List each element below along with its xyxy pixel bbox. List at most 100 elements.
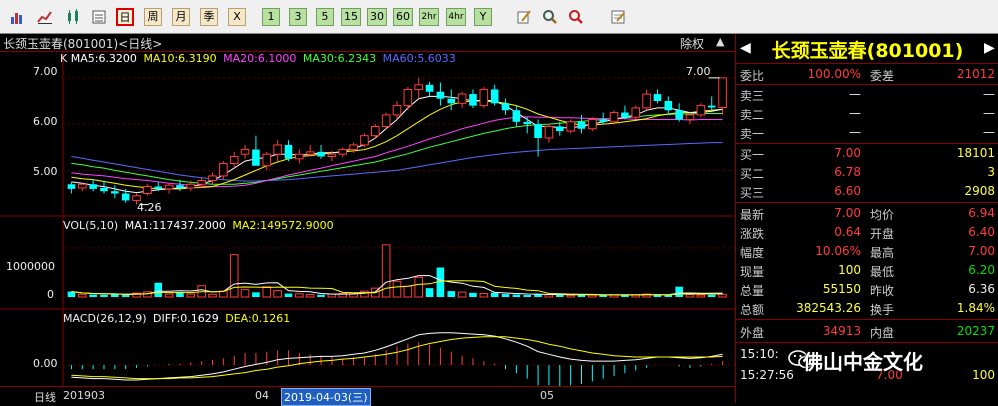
candle-body: [425, 84, 434, 92]
volume-bar: [414, 276, 424, 298]
candle-body: [544, 125, 554, 139]
candle-body: [327, 153, 337, 157]
stat-label: 均价: [870, 208, 895, 222]
candle-body: [317, 151, 325, 157]
buy1-row: 买一 7.00 18101: [736, 144, 998, 163]
volume-bar: [392, 280, 402, 298]
buy-price: 6.60: [834, 184, 861, 198]
buy-volume: 18101: [956, 146, 995, 160]
waipan-row: 外盘 34913 内盘 20237: [736, 322, 998, 341]
candle-body: [469, 94, 477, 106]
candle-body: [675, 110, 683, 120]
period-month-button[interactable]: 月: [172, 8, 190, 26]
period-week-button[interactable]: 周: [144, 8, 162, 26]
candle-body: [100, 187, 108, 192]
year-button[interactable]: Y: [474, 8, 492, 26]
hr-2-button[interactable]: 2hr: [419, 8, 439, 26]
min-5-button[interactable]: 5: [316, 8, 334, 26]
sell-price: —: [849, 87, 861, 101]
ma10-legend: MA10:6.3190: [143, 52, 217, 65]
weibi-value: 100.00%: [807, 67, 861, 81]
stat-value: 6.36: [968, 282, 995, 296]
bar-chart-icon[interactable]: [8, 8, 26, 26]
candle-body: [89, 184, 97, 189]
sell3-row: 卖三 — —: [736, 85, 998, 104]
buy-label: 买三: [740, 186, 765, 200]
stat-value: 6.94: [968, 206, 995, 220]
quote-list-icon[interactable]: [90, 8, 108, 26]
volume-bar: [284, 293, 293, 297]
min-15-button[interactable]: 15: [341, 8, 361, 26]
volume-bar: [295, 293, 304, 298]
candle-body: [523, 121, 532, 125]
quote-title: 长颈玉壶春(801001): [771, 40, 964, 62]
candle-body: [501, 103, 510, 111]
kline-icon[interactable]: [64, 8, 82, 26]
period-x-button[interactable]: X: [228, 8, 246, 26]
candle-body: [219, 162, 228, 177]
candle-body: [132, 195, 141, 201]
ma60-line: [71, 142, 723, 182]
candle-body: [273, 144, 282, 155]
neipan-label: 内盘: [870, 326, 895, 340]
candle-body: [707, 105, 716, 108]
sell-label: 卖一: [740, 127, 765, 141]
search-red-icon[interactable]: [567, 8, 585, 26]
macd-tick-label: 0.00: [33, 357, 58, 370]
candle-body: [718, 77, 727, 108]
date-start-label: 201903: [63, 389, 105, 402]
notes-icon[interactable]: [609, 8, 627, 26]
candle-body: [566, 121, 575, 132]
hr-4-button[interactable]: 4hr: [446, 8, 466, 26]
candle-body: [609, 112, 619, 123]
stat-label: 最高: [870, 246, 895, 260]
min-3-button[interactable]: 3: [289, 8, 307, 26]
vol-ma1-legend: MA1:117437.2000: [124, 219, 226, 232]
low-price-label: 4.26: [137, 201, 162, 214]
edit-icon[interactable]: [515, 8, 533, 26]
volume-bar: [164, 293, 174, 298]
min-30-button[interactable]: 30: [367, 8, 387, 26]
ma30-legend: MA30:6.2343: [302, 52, 377, 65]
volume-bar: [457, 291, 467, 298]
next-stock-icon[interactable]: ▶: [984, 40, 995, 56]
waipan-label: 外盘: [740, 326, 765, 340]
stat-label: 总量: [740, 284, 765, 298]
volume-bar: [77, 293, 87, 298]
sell-price: —: [849, 106, 861, 120]
stat-value: 382543.26: [796, 301, 861, 315]
min-60-button[interactable]: 60: [393, 8, 413, 26]
waipan-value: 34913: [822, 324, 861, 338]
volume-bar: [523, 295, 532, 297]
stat-value: 7.00: [834, 206, 861, 220]
period-day-button[interactable]: 日: [116, 8, 134, 26]
stat-label: 最新: [740, 208, 765, 222]
stat-label: 开盘: [870, 227, 895, 241]
volume-bar: [208, 293, 217, 298]
stat-value: 1.84%: [956, 301, 995, 315]
stat-label: 幅度: [740, 246, 765, 260]
stat-row-volume: 总量 55150 昨收 6.36: [736, 280, 998, 299]
volume-bar: [599, 295, 607, 297]
volume-bar: [100, 294, 108, 297]
min-1-button[interactable]: 1: [262, 8, 280, 26]
candle-body: [392, 105, 402, 116]
period-season-button[interactable]: 季: [200, 8, 218, 26]
candle-body: [555, 126, 564, 132]
candle-body: [143, 186, 152, 194]
fuquan-button[interactable]: 除权: [680, 35, 704, 52]
stat-value: 7.00: [968, 244, 995, 258]
neipan-value: 20237: [956, 324, 995, 338]
volume-bar: [707, 294, 716, 297]
fuquan-dropdown-icon[interactable]: ▲: [716, 35, 724, 48]
candle-body: [240, 149, 250, 155]
date-selected[interactable]: 2019-04-03(三): [281, 388, 371, 406]
volume-bar: [479, 293, 489, 298]
search-icon[interactable]: [541, 8, 559, 26]
stat-row-change: 涨跌 0.64 开盘 6.40: [736, 223, 998, 242]
line-chart-icon[interactable]: [36, 8, 54, 26]
candle-body: [696, 105, 706, 116]
sell1-row: 卖一 — —: [736, 123, 998, 142]
k-legend: K: [60, 52, 68, 65]
candle-body: [685, 114, 695, 120]
